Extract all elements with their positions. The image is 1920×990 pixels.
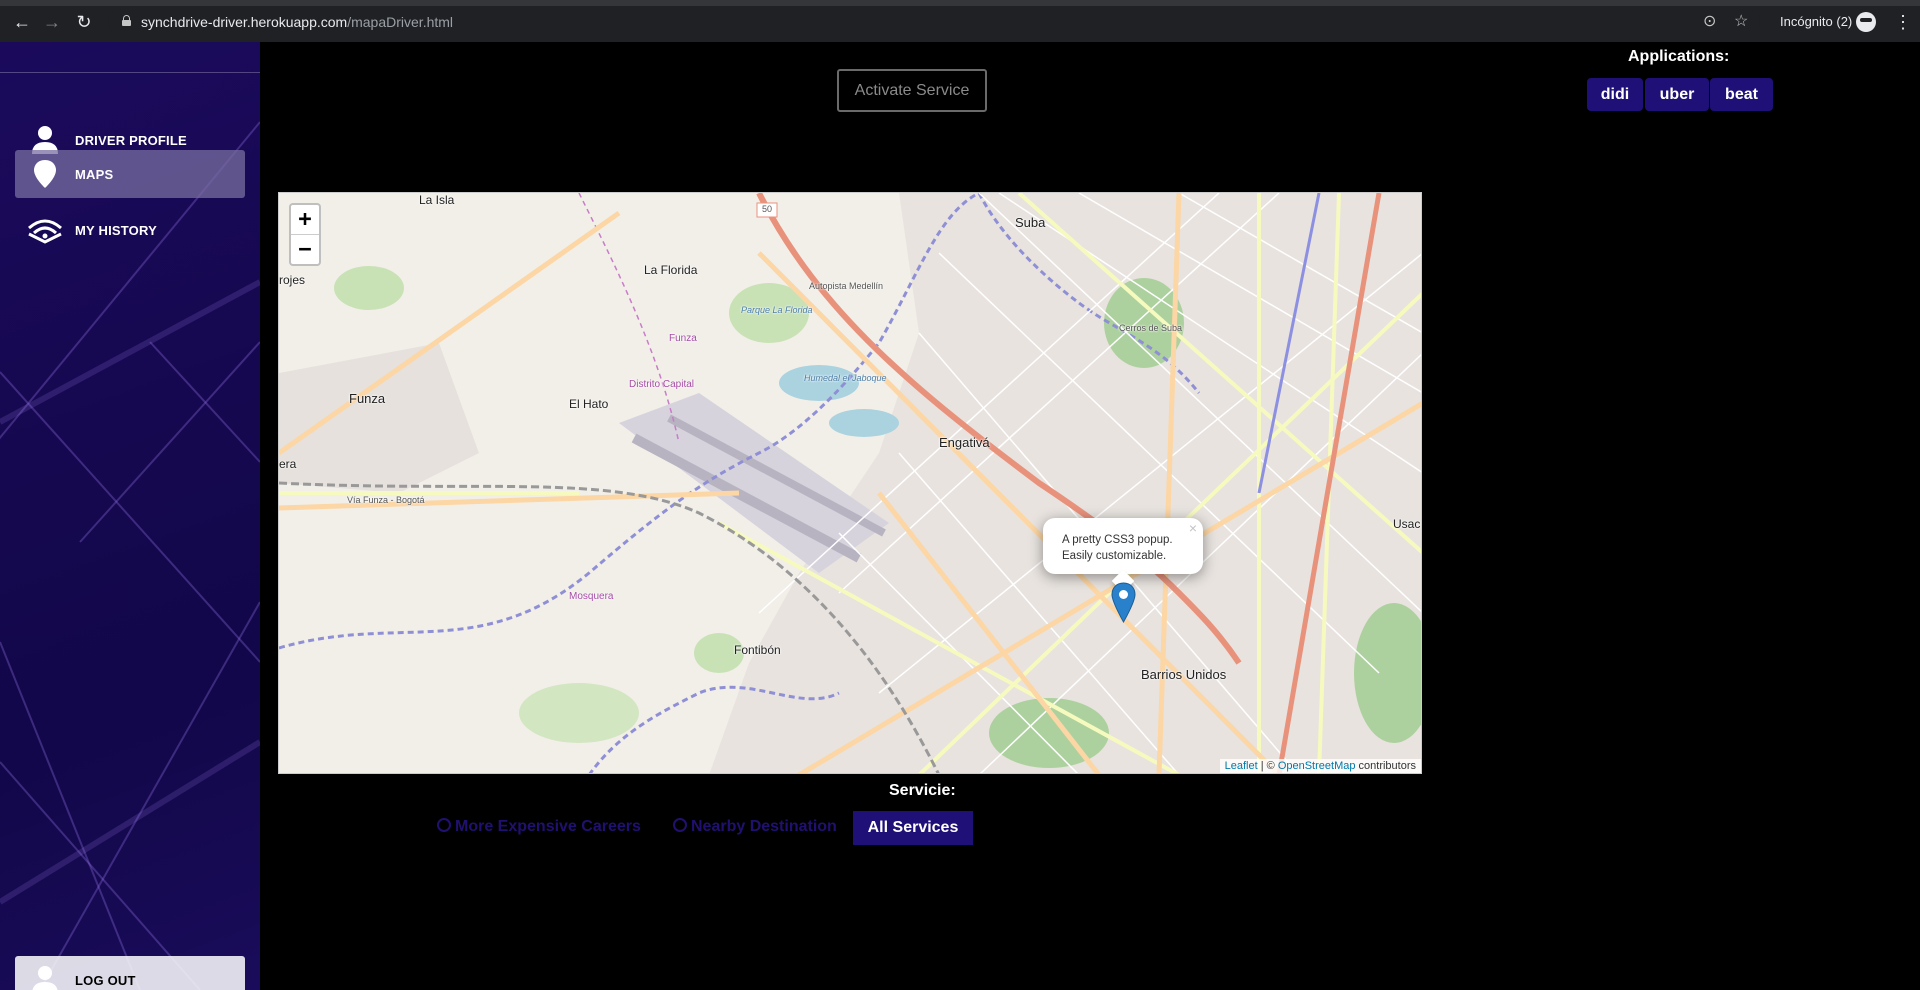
- radio-label: Nearby Destination: [691, 818, 837, 835]
- lock-icon[interactable]: [122, 15, 131, 26]
- map-label-funza-river: Funza: [669, 333, 697, 344]
- sidebar-item-label: MY HISTORY: [75, 223, 157, 238]
- radio-circle-icon[interactable]: [437, 818, 451, 832]
- map-popup: A pretty CSS3 popup. Easily customizable…: [1043, 518, 1203, 593]
- map-label-route-50: 50: [762, 204, 773, 214]
- zoom-control: + −: [289, 203, 321, 266]
- map-label-cerros: Cerros de Suba: [1119, 323, 1183, 333]
- map-label-el-hato: El Hato: [569, 397, 609, 411]
- radio-nearby-destination[interactable]: Nearby Destination: [673, 815, 837, 839]
- map-label-mosquera: Mosquera: [569, 591, 614, 602]
- back-icon[interactable]: ←: [12, 12, 32, 32]
- map-label-la-florida: La Florida: [644, 263, 698, 277]
- map-label-suba: Suba: [1015, 215, 1046, 230]
- popup-close-icon[interactable]: ×: [1189, 520, 1197, 536]
- wifi-history-icon: [28, 219, 62, 244]
- app-button-uber[interactable]: uber: [1645, 78, 1709, 111]
- zoom-out-button[interactable]: −: [291, 235, 319, 264]
- attribution-suffix: contributors: [1355, 760, 1416, 772]
- sidebar: DRIVER PROFILE MAPS MY HISTORY LOG OUT: [0, 42, 260, 990]
- map-attribution: Leaflet | © OpenStreetMap contributors: [1219, 759, 1421, 773]
- radio-circle-icon[interactable]: [673, 818, 687, 832]
- osm-link[interactable]: OpenStreetMap: [1278, 760, 1356, 772]
- incognito-icon[interactable]: [1856, 12, 1876, 32]
- map-label-parque: Parque La Florida: [741, 305, 813, 315]
- map-label-rojes: rojes: [279, 273, 306, 287]
- attribution-separator: | ©: [1257, 760, 1278, 772]
- map-label-humedal: Humedal el Jaboque: [804, 373, 887, 383]
- map-label-via-funza: Vía Funza - Bogotá: [347, 495, 425, 505]
- zoom-in-button[interactable]: +: [291, 205, 319, 235]
- map-label-distrito: Distrito Capital: [629, 379, 695, 390]
- radio-label: More Expensive Careers: [455, 818, 641, 835]
- browser-toolbar: ← → ↻ synchdrive-driver.herokuapp.com/ma…: [0, 0, 1920, 42]
- menu-kebab-icon[interactable]: ⋮: [1894, 12, 1912, 32]
- map-label-usac: Usac: [1393, 517, 1421, 531]
- map-label-autopista: Autopista Medellín: [809, 281, 884, 291]
- activate-service-button[interactable]: Activate Service: [837, 69, 987, 112]
- all-services-button[interactable]: All Services: [853, 811, 973, 845]
- radio-more-expensive-careers[interactable]: More Expensive Careers: [437, 815, 641, 839]
- map-label-la-isla: La Isla: [419, 193, 455, 207]
- url-text[interactable]: synchdrive-driver.herokuapp.com/mapaDriv…: [141, 14, 453, 30]
- map-label-era: era: [279, 457, 297, 471]
- popup-text: A pretty CSS3 popup. Easily customizable…: [1062, 534, 1173, 562]
- sidebar-divider: [0, 72, 260, 73]
- servicie-title: Servicie:: [889, 782, 956, 799]
- reload-icon[interactable]: ↻: [74, 12, 94, 32]
- person-icon: [32, 966, 58, 990]
- map-label-barrios-unidos: Barrios Unidos: [1141, 667, 1227, 682]
- incognito-label[interactable]: Incógnito (2): [1780, 14, 1852, 29]
- location-icon[interactable]: ⊙: [1703, 12, 1716, 32]
- map-pin-icon: [34, 160, 56, 188]
- tab-strip: [0, 0, 1920, 6]
- app-button-beat[interactable]: beat: [1710, 78, 1773, 111]
- sidebar-item-my-history[interactable]: MY HISTORY: [15, 206, 245, 254]
- logout-button[interactable]: LOG OUT: [15, 956, 245, 990]
- sidebar-item-maps[interactable]: MAPS: [15, 150, 245, 198]
- logout-label: LOG OUT: [75, 973, 136, 988]
- leaflet-link[interactable]: Leaflet: [1225, 760, 1258, 772]
- forward-icon[interactable]: →: [42, 12, 62, 32]
- map-label-funza: Funza: [349, 391, 386, 406]
- app-button-didi[interactable]: didi: [1587, 78, 1643, 111]
- map-marker-icon[interactable]: [1111, 582, 1136, 623]
- bookmark-star-icon[interactable]: ☆: [1734, 12, 1748, 32]
- map-label-engativa: Engativá: [939, 435, 990, 450]
- sidebar-item-label: MAPS: [75, 167, 114, 182]
- applications-title: Applications:: [1628, 48, 1730, 65]
- map-view[interactable]: La Isla rojes La Florida Suba Funza El H…: [278, 192, 1422, 774]
- sidebar-item-label: DRIVER PROFILE: [75, 133, 187, 148]
- map-label-fontibon: Fontibón: [734, 643, 781, 657]
